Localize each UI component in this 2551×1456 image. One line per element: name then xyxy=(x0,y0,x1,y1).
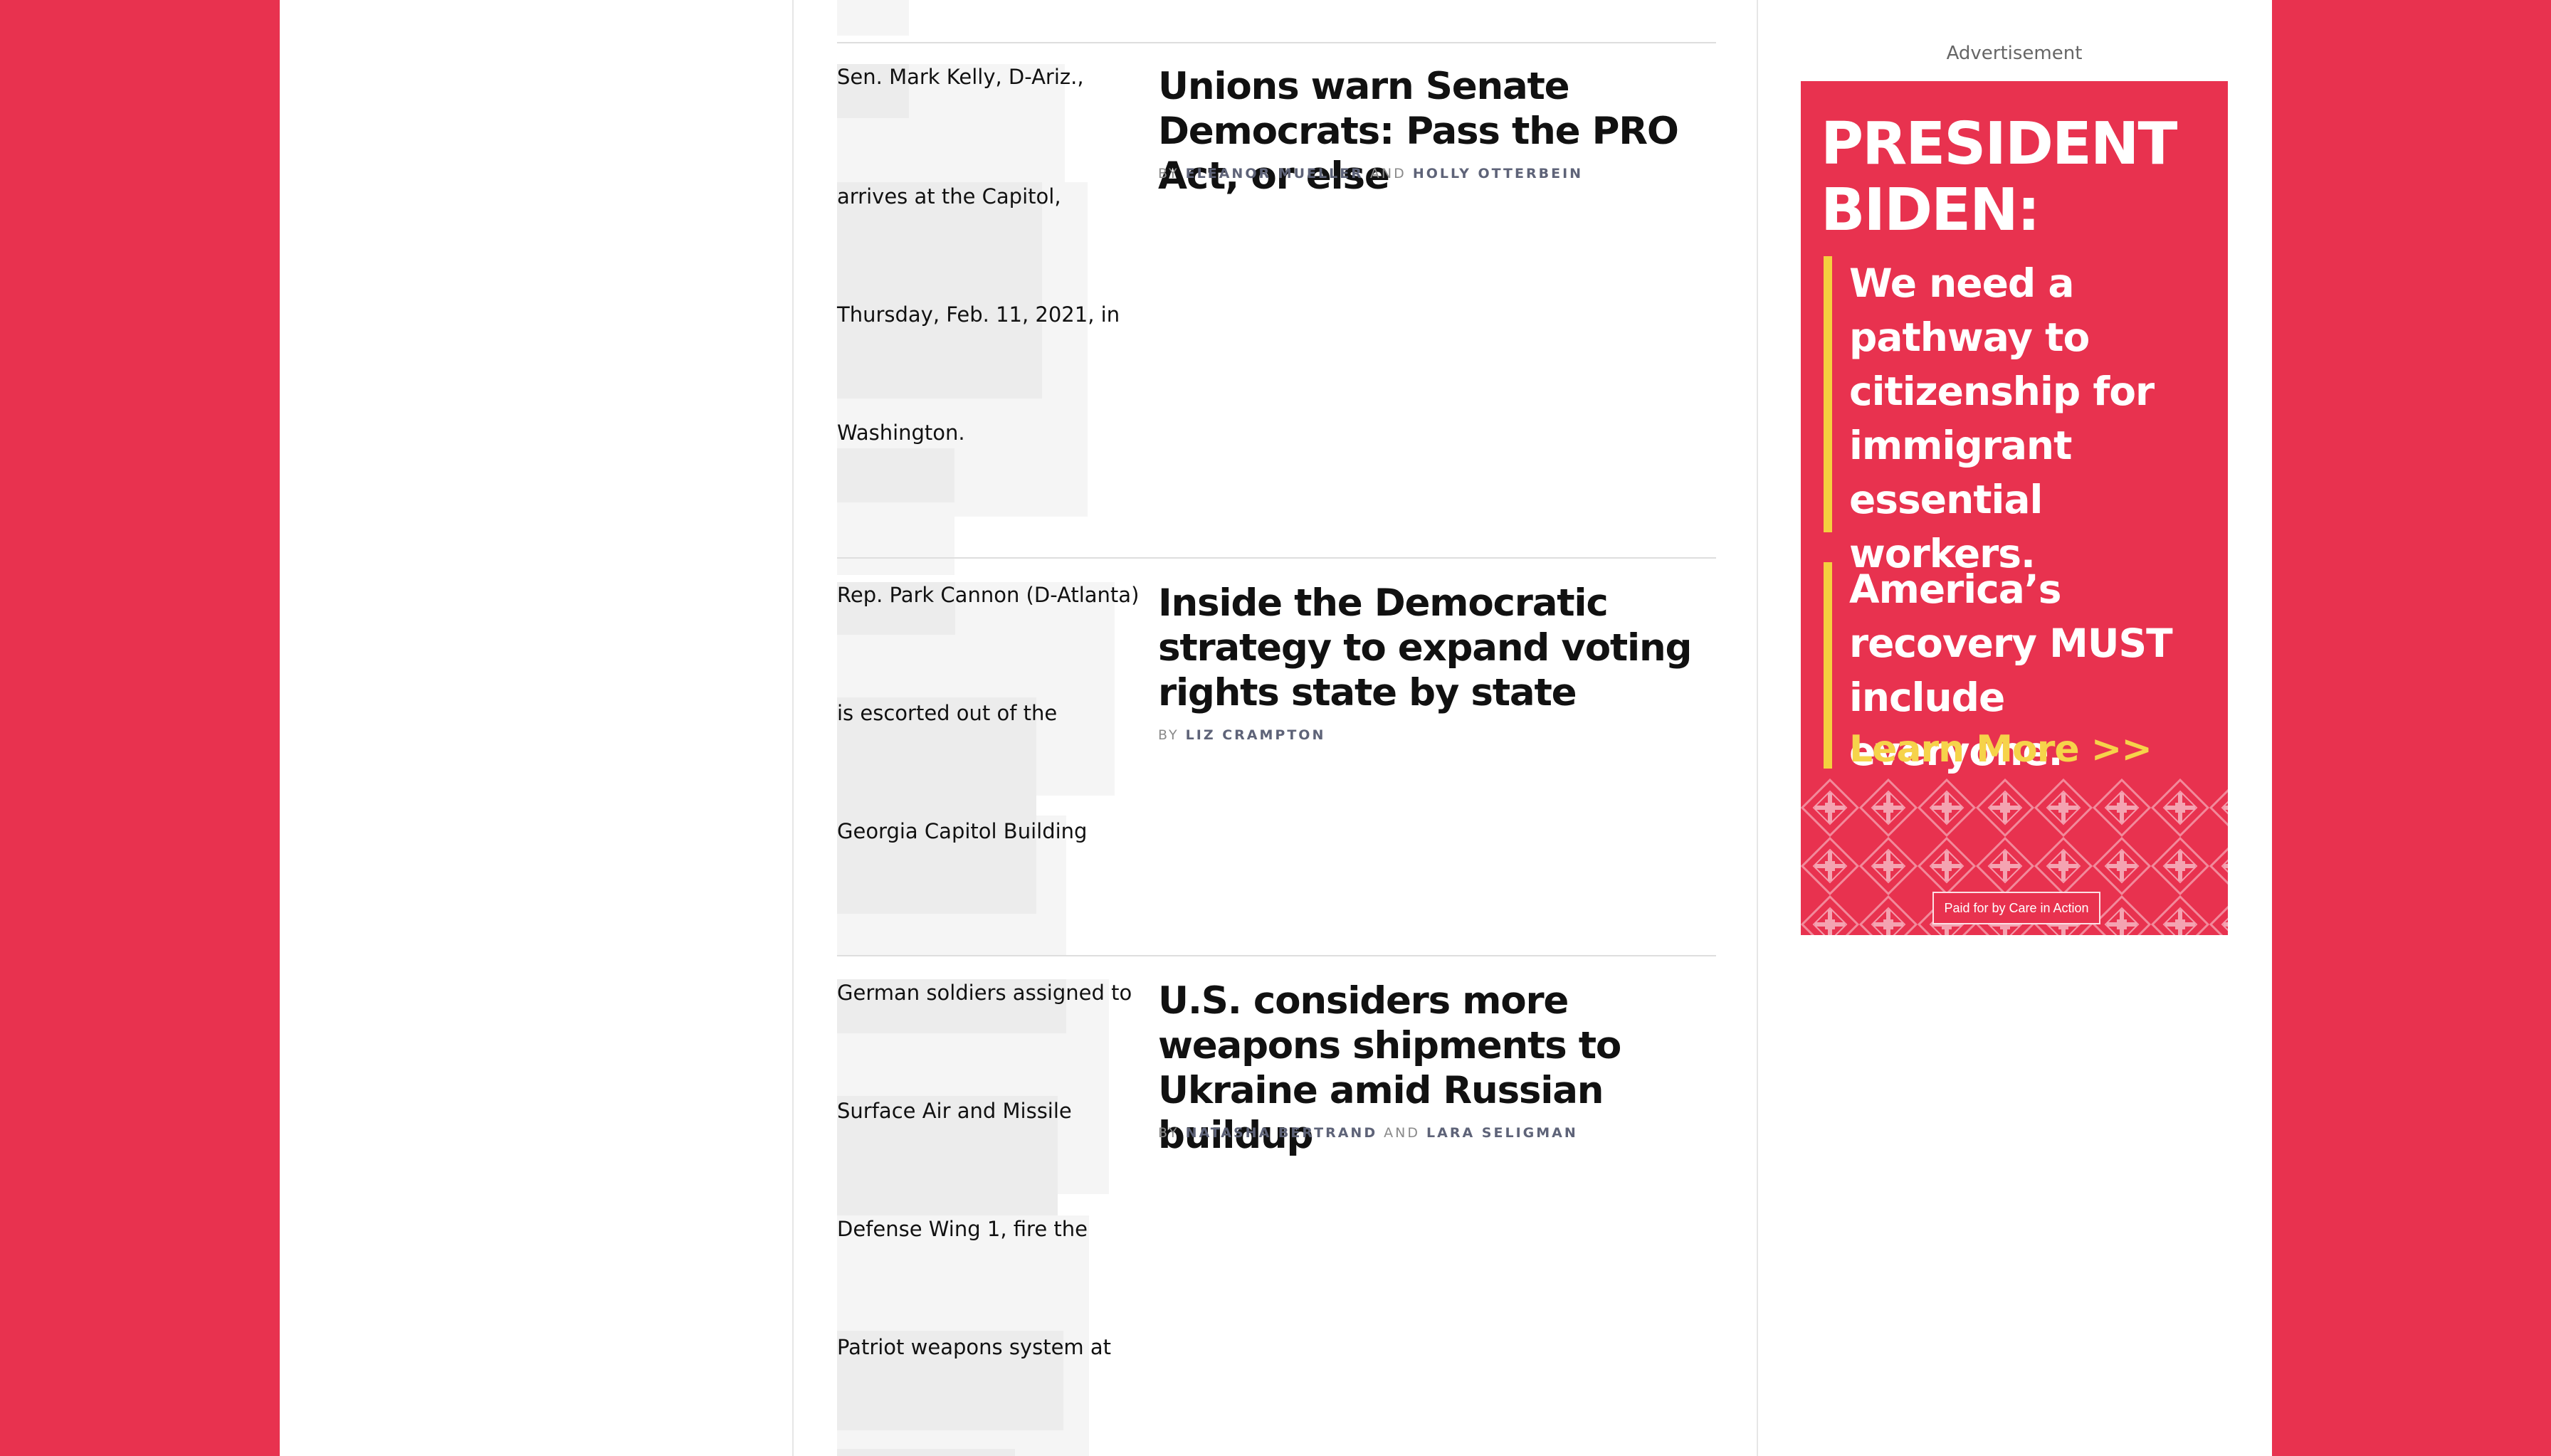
advertisement-label: Advertisement xyxy=(1946,43,2083,64)
image-caption-line: Washington. xyxy=(837,421,965,445)
author-link[interactable]: LARA SELIGMAN xyxy=(1426,1125,1578,1141)
image-caption-line: Thursday, Feb. 11, 2021, in xyxy=(837,302,1120,327)
ad-title: PRESIDENT BIDEN: xyxy=(1821,110,2177,244)
author-link[interactable]: HOLLY OTTERBEIN xyxy=(1413,166,1583,181)
article-headline[interactable]: Inside the Democratic strategy to expand… xyxy=(1158,581,1713,715)
ad-accent-bar xyxy=(1824,562,1832,769)
author-link[interactable]: NATASHA BERTRAND xyxy=(1186,1125,1377,1141)
right-column-divider xyxy=(1757,0,1758,1456)
story-divider xyxy=(837,955,1716,956)
image-caption-line: Defense Wing 1, fire the xyxy=(837,1217,1088,1241)
image-caption-line: Surface Air and Missile xyxy=(837,1099,1072,1123)
article-byline: BY NATASHA BERTRAND AND LARA SELIGMAN xyxy=(1158,1125,1578,1141)
ad-learn-more-link[interactable]: Learn More >> xyxy=(1849,724,2152,774)
ad-message: We need a pathway to citizenship for imm… xyxy=(1849,260,2155,576)
ad-accent-bar xyxy=(1824,256,1832,532)
author-link[interactable]: LIZ CRAMPTON xyxy=(1186,727,1326,743)
advertisement-banner[interactable]: PRESIDENT BIDEN: We need a pathway to ci… xyxy=(1801,81,2228,935)
image-caption-line: Patriot weapons system at xyxy=(837,1335,1112,1359)
story-divider xyxy=(837,42,1716,43)
left-column-divider xyxy=(792,0,794,1456)
image-caption-line: German soldiers assigned to xyxy=(837,981,1132,1005)
image-caption-line: Georgia Capitol Building xyxy=(837,819,1088,843)
image-caption-line: Sen. Mark Kelly, D-Ariz., xyxy=(837,65,1084,89)
image-caption-line: arrives at the Capitol, xyxy=(837,184,1061,209)
article-byline: BY ELEANOR MUELLER AND HOLLY OTTERBEIN xyxy=(1158,166,1584,181)
image-caption-line: is escorted out of the xyxy=(837,701,1058,725)
image-caption-line: Rep. Park Cannon (D-Atlanta) xyxy=(837,583,1140,607)
story-divider xyxy=(837,557,1716,559)
ad-paid-for-disclaimer: Paid for by Care in Action xyxy=(1932,892,2100,924)
article-byline: BY LIZ CRAMPTON xyxy=(1158,727,1326,743)
author-link[interactable]: ELEANOR MUELLER xyxy=(1186,166,1364,181)
